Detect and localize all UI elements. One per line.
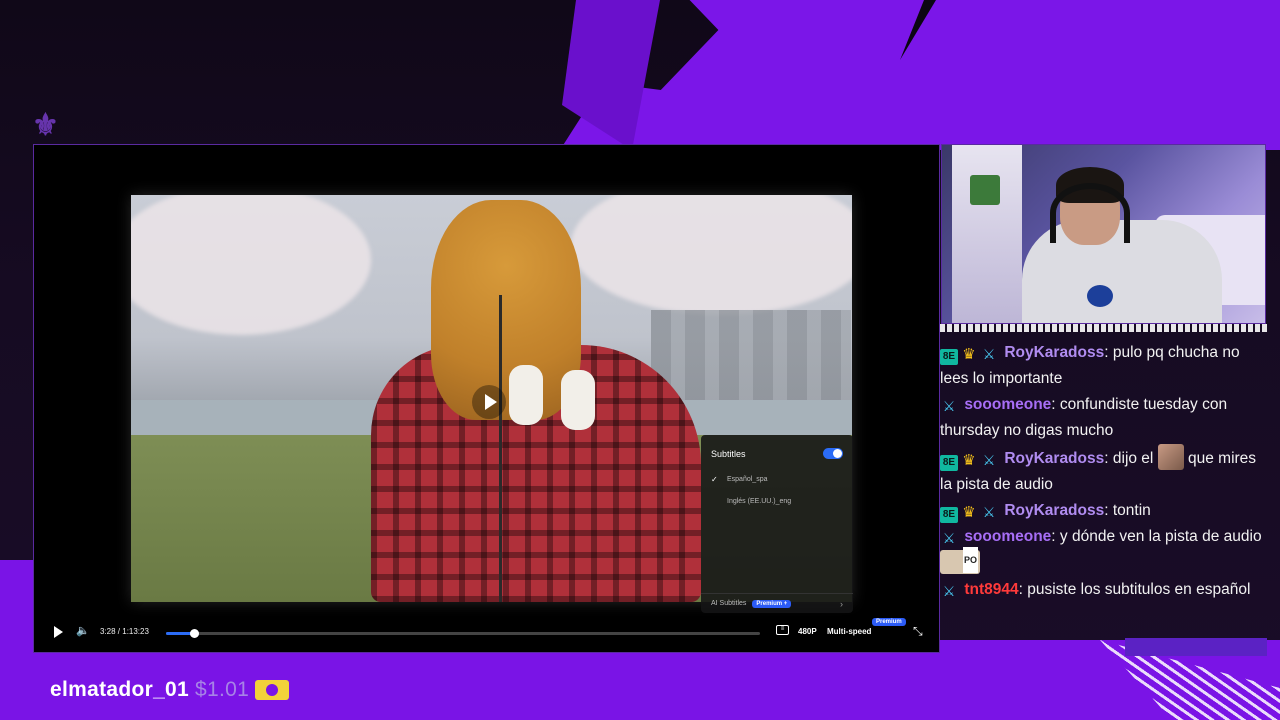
sword-badge-icon: ⚔ <box>942 530 956 546</box>
donor-name: elmatador_01 <box>50 678 190 701</box>
progress-bar[interactable] <box>166 629 760 638</box>
donation-amount: $1.01 <box>195 678 250 701</box>
center-play-button[interactable] <box>472 385 506 419</box>
chat-message: ⚔ sooomeone: confundiste tuesday con thu… <box>940 396 1228 439</box>
leash <box>499 295 502 602</box>
subtitle-option-english[interactable]: Inglés (EE.UU.)_eng <box>711 498 791 505</box>
donation-alert: elmatador_01 $1.01 <box>50 678 290 702</box>
quality-button[interactable]: 480P <box>798 627 817 636</box>
chat-text: dijo el <box>1112 450 1154 467</box>
dog <box>431 200 581 420</box>
subtitle-option-label: Español_spa <box>727 476 768 483</box>
captions-icon[interactable]: ≡ <box>776 625 789 635</box>
video-player[interactable]: Subtitles ✓ Español_spa Inglés (EE.UU.)_… <box>33 144 940 653</box>
chat-text: tontin <box>1112 502 1151 519</box>
chat-message: ⚔ sooomeone: y dónde ven la pista de aud… <box>940 524 1266 577</box>
subtitle-option-label: Inglés (EE.UU.)_eng <box>727 498 792 505</box>
premium-badge: Premium <box>872 618 906 626</box>
shelf <box>952 145 1022 323</box>
chat-text: y dónde ven la pista de audio <box>1059 528 1262 545</box>
nasa-logo <box>1087 285 1113 307</box>
progress-knob[interactable] <box>189 629 199 638</box>
po-emote-icon: PO <box>940 547 980 574</box>
subtitles-toggle[interactable] <box>823 448 843 459</box>
crown-badge-icon: ♛ <box>962 452 976 469</box>
chat-username[interactable]: sooomeone <box>964 528 1051 545</box>
emote-label: PO <box>962 547 978 573</box>
chat-panel: 8E ♛ ⚔ RoyKaradoss: pulo pq chucha no lees… <box>940 324 1268 640</box>
chat-username[interactable]: tnt8944 <box>964 581 1018 598</box>
premium-plus-badge: Premium + <box>752 599 792 608</box>
dog-paw <box>509 365 543 425</box>
chat-message-list: 8E ♛ ⚔ RoyKaradoss: pulo pq chucha no lees… <box>940 340 1266 603</box>
sword-badge-icon: ⚔ <box>942 583 956 599</box>
face-emote-icon <box>1157 444 1184 470</box>
chat-accent-bar <box>1125 638 1267 656</box>
headset <box>1050 183 1130 243</box>
blossom-tree <box>571 195 852 315</box>
crown-badge-icon: ♛ <box>962 504 976 521</box>
chat-message: 8E ♛ ⚔ RoyKaradoss: pulo pq chucha no lees… <box>940 344 1240 387</box>
subscriber-badge-icon: 8E <box>940 349 958 365</box>
chat-text: pusiste los subtitulos en español <box>1027 581 1251 598</box>
crown-badge-icon: ♛ <box>962 346 976 363</box>
speed-button[interactable]: Multi-speed <box>827 627 871 636</box>
chat-username[interactable]: RoyKaradoss <box>1004 502 1104 519</box>
sword-badge-icon: ⚔ <box>942 398 956 414</box>
subtitles-menu[interactable]: Subtitles ✓ Español_spa Inglés (EE.UU.)_… <box>701 435 853 613</box>
chat-username[interactable]: sooomeone <box>964 396 1051 413</box>
chat-username[interactable]: RoyKaradoss <box>1004 344 1104 361</box>
cash-icon <box>255 680 290 700</box>
sword-badge-icon: ⚔ <box>982 346 996 362</box>
play-icon[interactable] <box>54 626 63 638</box>
dog-paw <box>561 370 595 430</box>
subtitles-menu-title: Subtitles <box>711 449 746 459</box>
subscriber-badge-icon: 8E <box>940 507 958 523</box>
streamer-webcam <box>941 144 1266 324</box>
play-icon <box>484 394 497 410</box>
blossom-tree <box>131 195 371 335</box>
chevron-right-icon: › <box>840 598 843 609</box>
subtitle-option-spanish[interactable]: ✓ Español_spa <box>711 475 767 484</box>
chat-username[interactable]: RoyKaradoss <box>1004 450 1104 467</box>
chat-message: 8E ♛ ⚔ RoyKaradoss: tontin <box>940 498 1266 524</box>
sword-badge-icon: ⚔ <box>982 504 996 520</box>
chat-message: ⚔ tnt8944: pusiste los subtitulos en esp… <box>940 577 1266 603</box>
subscriber-badge-icon: 8E <box>940 455 958 471</box>
channel-logo-mark: ⚜ <box>32 108 61 143</box>
exit-fullscreen-icon[interactable]: ⤡ <box>913 624 923 639</box>
chat-divider <box>940 324 1268 332</box>
player-control-bar: 🔈 3:28 / 1:13:23 ≡ 480P Multi-speed Prem… <box>34 612 941 652</box>
volume-icon[interactable]: 🔈 <box>76 624 90 637</box>
sword-badge-icon: ⚔ <box>982 452 996 468</box>
city-skyline <box>651 310 851 400</box>
playback-time: 3:28 / 1:13:23 <box>100 627 149 636</box>
ai-subtitles-label: AI Subtitles <box>711 600 747 607</box>
check-icon: ✓ <box>711 475 718 484</box>
chat-message: 8E ♛ ⚔ RoyKaradoss: dijo el que mires la p… <box>940 444 1266 498</box>
ai-subtitles-row[interactable]: AI Subtitles Premium + › <box>701 593 853 613</box>
